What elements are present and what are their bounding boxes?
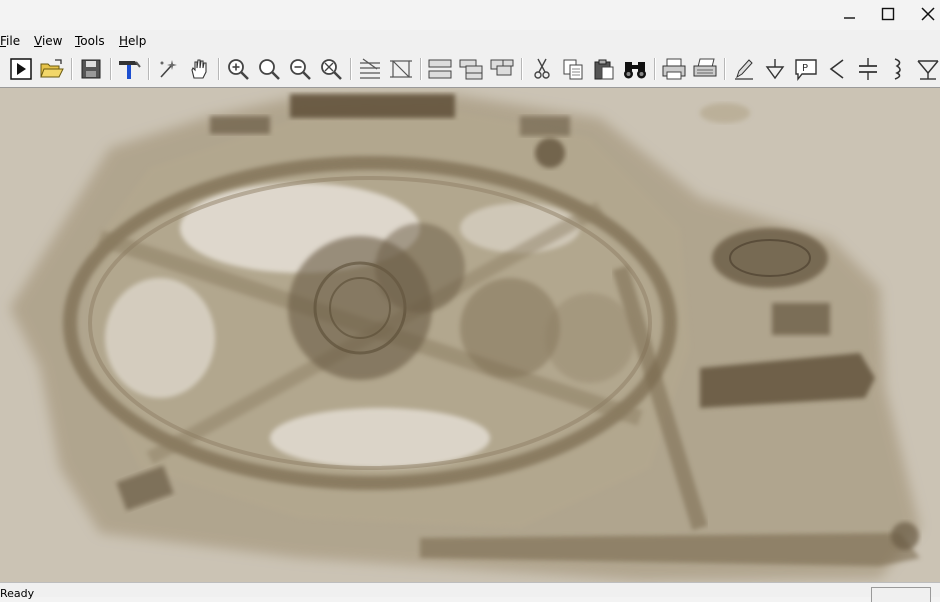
inductor-icon [894,58,901,80]
zoom-icon [259,59,280,80]
capacitor-icon [859,58,877,80]
layout-cascade-icon [490,59,514,76]
print-setup-icon [693,58,717,77]
cut-icon [534,58,550,79]
less-than-button[interactable] [823,55,851,83]
minimize-icon [844,17,855,19]
find-binoculars-icon [624,62,646,79]
pan-button[interactable] [185,55,213,83]
status-bar: Ready [0,582,940,602]
paste-button[interactable] [590,55,618,83]
toolbar: P [0,52,940,88]
minimize-button[interactable] [831,0,867,28]
menu-file[interactable]: File [0,34,20,48]
menu-help[interactable]: Help [119,34,146,48]
paste-icon [594,59,614,80]
probe-button[interactable]: P [792,55,820,83]
zoom-fit-button[interactable] [317,55,345,83]
menu-tools[interactable]: Tools [75,34,105,48]
copy-button[interactable] [559,55,587,83]
artifact-image [10,94,920,580]
transistor-button[interactable] [914,55,940,83]
maximize-button[interactable] [870,0,906,28]
pencil-button[interactable] [730,55,758,83]
open-folder-icon [40,59,64,78]
frame-icon [390,60,412,78]
find-button[interactable] [621,55,649,83]
close-button[interactable] [910,0,940,28]
inductor-button[interactable] [884,55,912,83]
layout-rows-icon [428,59,452,79]
zoom-button[interactable] [255,55,283,83]
frame-button[interactable] [387,55,415,83]
print-button[interactable] [660,55,688,83]
zoom-in-icon [228,59,249,80]
pencil-icon [735,59,753,80]
capacitor-button[interactable] [854,55,882,83]
cut-button[interactable] [528,55,556,83]
wand-icon [160,60,177,78]
run-button[interactable] [7,55,35,83]
wand-button[interactable] [154,55,182,83]
menu-view[interactable]: View [34,34,62,48]
layout-stack-icon [459,59,483,80]
less-than-icon [829,59,844,79]
grid-align-button[interactable] [356,55,384,83]
grid-align-icon [360,58,380,79]
layout-cascade-button[interactable] [488,55,516,83]
layout-rows-button[interactable] [426,55,454,83]
zoom-fit-icon [321,59,342,80]
open-button[interactable] [38,55,66,83]
save-icon [81,59,101,79]
copy-icon [563,59,583,80]
print-icon [662,58,686,80]
pan-hand-icon [191,59,207,79]
save-button[interactable] [77,55,105,83]
zoom-in-button[interactable] [224,55,252,83]
svg-text:P: P [802,63,808,74]
build-hammer-icon [119,61,141,79]
ground-icon [765,59,785,80]
transistor-icon [917,60,939,80]
status-text: Ready [0,587,35,600]
ground-button[interactable] [761,55,789,83]
image-viewport[interactable] [0,88,940,582]
probe-icon: P [795,59,817,81]
print-setup-button[interactable] [691,55,719,83]
status-panel [871,587,931,602]
title-bar [0,0,940,30]
close-icon [921,7,935,21]
menu-bar: File View Tools Help [0,30,940,52]
zoom-out-icon [290,59,311,80]
maximize-icon [881,7,895,21]
layout-stack-button[interactable] [457,55,485,83]
build-button[interactable] [115,55,143,83]
run-icon [10,58,32,80]
zoom-out-button[interactable] [286,55,314,83]
